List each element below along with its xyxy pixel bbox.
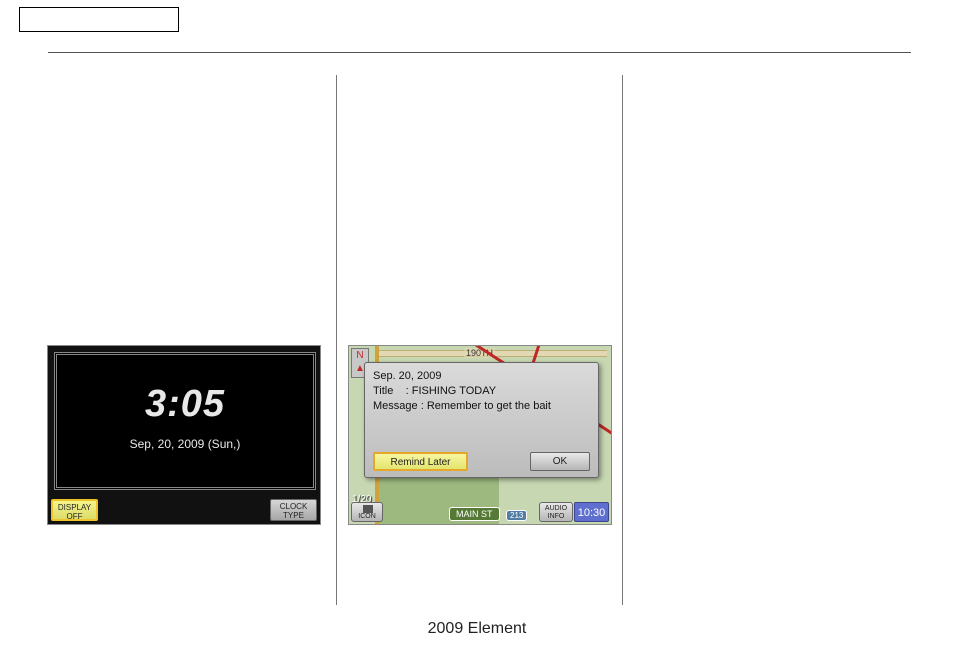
map-bottom-bar: ICON MAIN ST 213 AUDIO INFO 10:30 (349, 500, 611, 524)
clock-type-line2: TYPE (283, 511, 304, 520)
map-reminder-screen: 190TH N ▲ 1/20 ICON MAIN ST 213 AUDIO IN… (348, 345, 612, 525)
clock-inner-frame: 3:05 Sep, 20, 2009 (Sun,) (54, 352, 316, 490)
clock-screen: 3:05 Sep, 20, 2009 (Sun,) DISPLAY OFF CL… (47, 345, 321, 525)
icon-menu-button[interactable]: ICON (351, 502, 383, 522)
remind-later-button[interactable]: Remind Later (373, 452, 468, 471)
display-off-button[interactable]: DISPLAY OFF (51, 499, 98, 521)
compass-letter: N (356, 350, 363, 361)
popup-message-value: Remember to get the bait (427, 400, 551, 412)
header-rule (48, 52, 911, 53)
ok-button[interactable]: OK (530, 452, 590, 471)
popup-title-row: Title : FISHING TODAY (373, 384, 590, 399)
display-off-line2: OFF (67, 512, 83, 521)
clock-type-button[interactable]: CLOCK TYPE (270, 499, 317, 521)
column-divider-1 (336, 75, 337, 605)
popup-title-label: Title (373, 385, 393, 397)
clock-time: 3:05 (57, 383, 313, 426)
audio-info-button[interactable]: AUDIO INFO (539, 502, 573, 522)
audio-info-line1: AUDIO (545, 505, 567, 512)
popup-message-row: Message : Remember to get the bait (373, 399, 590, 414)
popup-title-value: FISHING TODAY (412, 385, 496, 397)
route-shield: 213 (506, 510, 527, 521)
street-name-chip: MAIN ST (449, 507, 500, 521)
popup-date-row: Sep. 20, 2009 (373, 369, 590, 384)
clock-chip[interactable]: 10:30 (574, 502, 609, 522)
column-divider-2 (622, 75, 623, 605)
calendar-reminder-popup: Sep. 20, 2009 Title : FISHING TODAY Mess… (364, 362, 599, 478)
audio-info-line2: INFO (548, 513, 565, 520)
clock-date: Sep, 20, 2009 (Sun,) (57, 437, 313, 451)
icon-btn-label: ICON (358, 513, 376, 520)
display-off-line1: DISPLAY (58, 503, 91, 512)
header-placeholder-box (19, 7, 179, 32)
clock-type-line1: CLOCK (280, 502, 308, 511)
popup-message-label: Message (373, 400, 418, 412)
page-footer-label: 2009 Element (0, 620, 954, 638)
popup-button-row: Remind Later OK (373, 452, 590, 471)
